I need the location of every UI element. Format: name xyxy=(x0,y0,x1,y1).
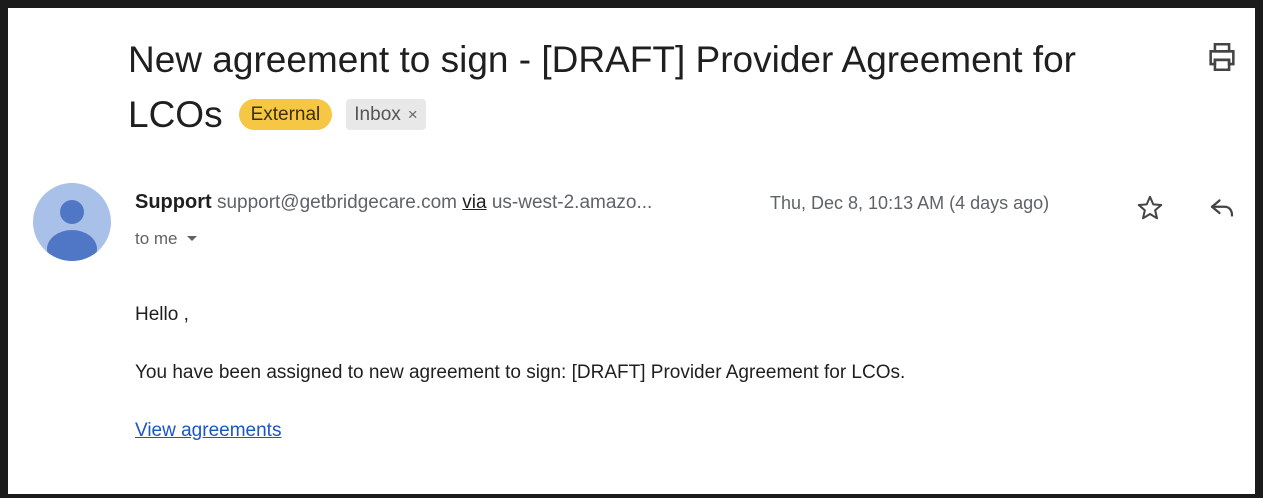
email-view: New agreement to sign - [DRAFT] Provider… xyxy=(0,0,1263,498)
star-icon[interactable] xyxy=(1135,193,1165,223)
email-subject: New agreement to sign - [DRAFT] Provider… xyxy=(128,32,1188,142)
via-domain: us-west-2.amazo... xyxy=(491,192,653,213)
email-date: Thu, Dec 8, 10:13 AM (4 days ago) xyxy=(770,193,1050,213)
sender-name[interactable]: Support xyxy=(135,191,212,213)
subject-line-2: LCOs xyxy=(128,94,223,135)
caret-down-icon xyxy=(186,236,197,241)
reply-icon[interactable] xyxy=(1206,193,1238,223)
via-link[interactable]: via xyxy=(462,192,486,213)
external-label-chip: External xyxy=(238,99,333,130)
subject-line-1: New agreement to sign - [DRAFT] Provider… xyxy=(128,39,1076,80)
avatar[interactable] xyxy=(33,183,111,261)
view-agreements-link[interactable]: View agreements xyxy=(135,420,281,442)
recipient-text: to me xyxy=(135,229,178,248)
recipient-dropdown[interactable]: to me xyxy=(135,229,198,249)
sender-address[interactable]: support@getbridgecare.com xyxy=(217,192,457,213)
default-person-avatar-icon xyxy=(47,200,97,261)
email-message: You have been assigned to new agreement … xyxy=(135,362,906,383)
inbox-label-text: Inbox xyxy=(354,104,401,125)
print-icon[interactable] xyxy=(1205,40,1239,74)
remove-label-icon[interactable]: × xyxy=(408,105,418,124)
sender-line: Support support@getbridgecare.com via us… xyxy=(135,191,652,214)
inbox-label-chip[interactable]: Inbox × xyxy=(346,99,426,130)
subject-line-2-row: LCOs External Inbox × xyxy=(128,87,1188,142)
email-greeting: Hello , xyxy=(135,304,189,325)
